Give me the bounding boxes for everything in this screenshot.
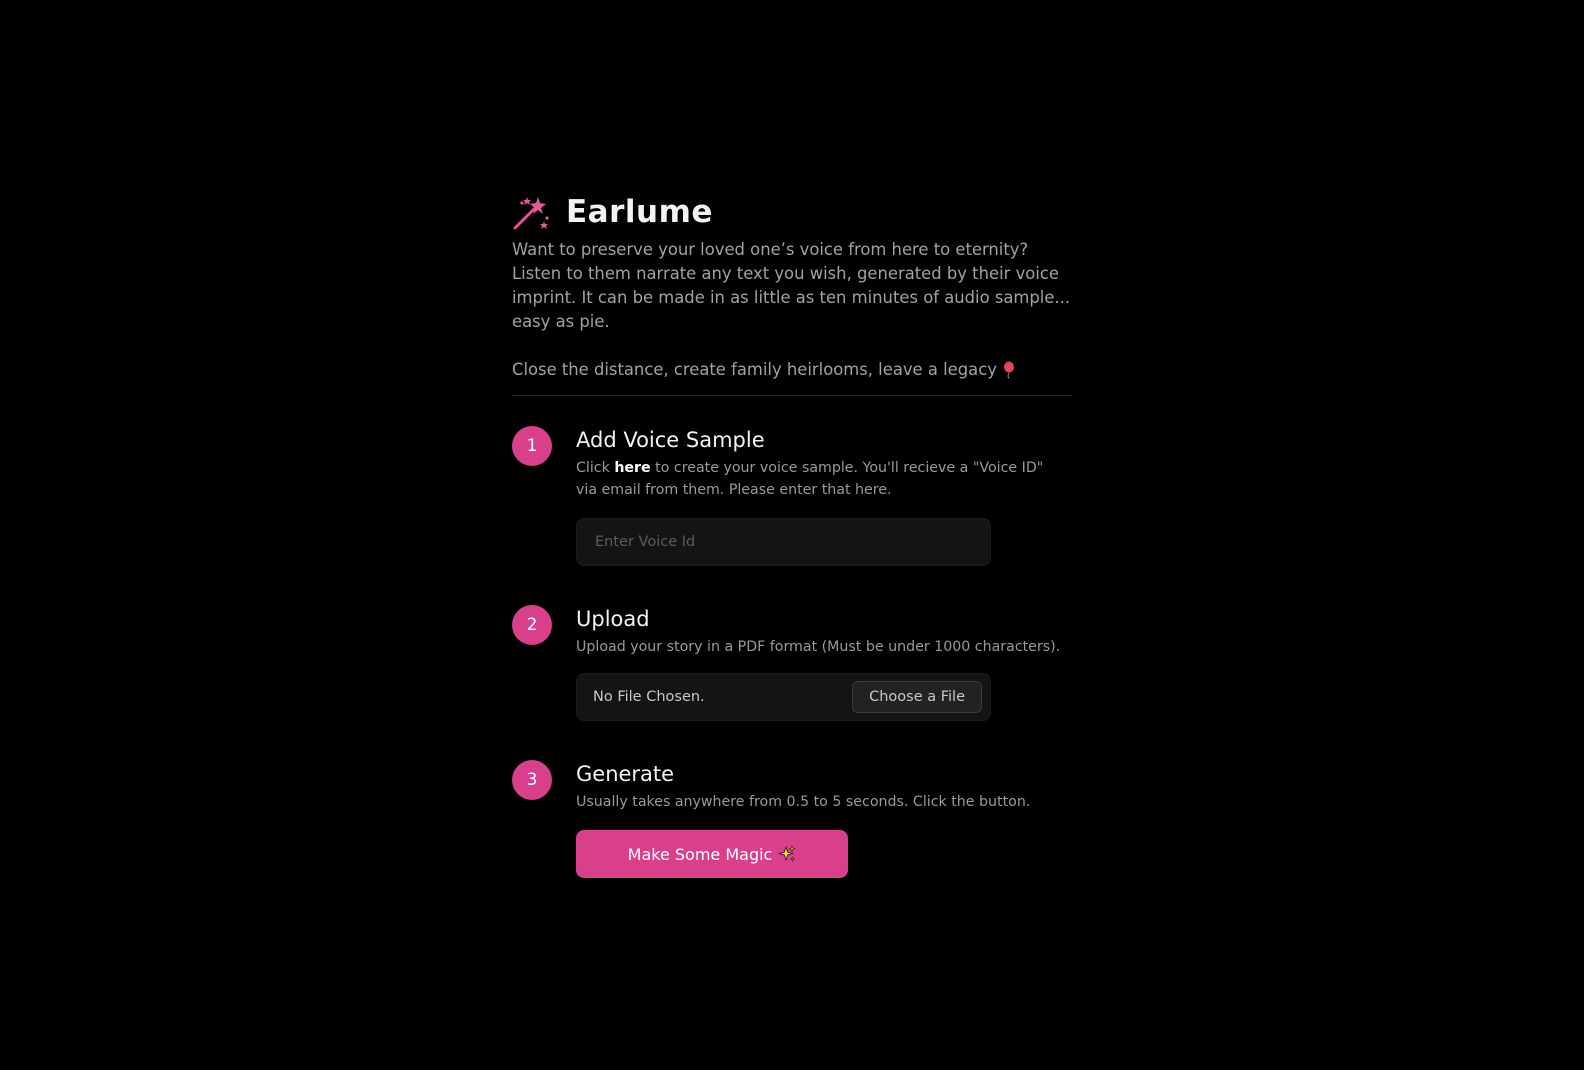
magic-wand-icon — [513, 197, 549, 230]
step-description-text: Click — [576, 460, 615, 476]
step-number-badge: 2 — [512, 605, 552, 645]
file-upload-field: No File Chosen. Choose a File — [576, 673, 991, 721]
divider — [512, 395, 1072, 396]
step-upload: 2 Upload Upload your story in a PDF form… — [512, 605, 1072, 721]
file-status: No File Chosen. — [593, 689, 705, 705]
main-container: Earlume Want to preserve your loved one’… — [512, 190, 1072, 878]
create-voice-sample-link[interactable]: here — [614, 460, 650, 476]
step-title: Upload — [576, 607, 650, 631]
step-title: Add Voice Sample — [576, 428, 765, 452]
step-description: Click here to create your voice sample. … — [576, 457, 1066, 501]
step-title: Generate — [576, 762, 675, 786]
balloon-icon — [1003, 361, 1014, 379]
step-generate: 3 Generate Usually takes anywhere from 0… — [512, 760, 1072, 878]
step-add-voice-sample: 1 Add Voice Sample Click here to create … — [512, 426, 1072, 566]
app-header: Earlume — [512, 190, 1072, 234]
voice-id-input[interactable] — [593, 533, 982, 551]
tagline-text: Close the distance, create family heirlo… — [512, 360, 997, 379]
choose-file-button[interactable]: Choose a File — [852, 681, 982, 713]
voice-id-field — [576, 518, 991, 566]
step-description: Usually takes anywhere from 0.5 to 5 sec… — [576, 794, 1031, 810]
step-description: Upload your story in a PDF format (Must … — [576, 639, 1061, 655]
tagline: Close the distance, create family heirlo… — [512, 358, 1072, 382]
app-title: Earlume — [566, 194, 713, 230]
intro-text: Want to preserve your loved one’s voice … — [512, 240, 1071, 331]
make-some-magic-label: Make Some Magic — [627, 844, 773, 864]
step-number-badge: 1 — [512, 426, 552, 466]
step-number-badge: 3 — [512, 760, 552, 800]
sparkles-icon — [778, 845, 796, 862]
make-some-magic-button[interactable]: Make Some Magic — [576, 830, 848, 878]
